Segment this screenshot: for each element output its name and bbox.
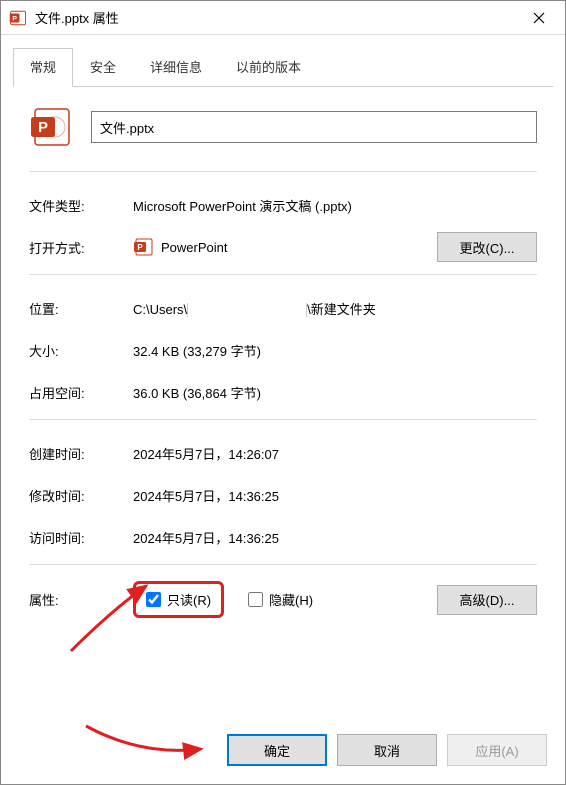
close-button[interactable] <box>517 3 561 33</box>
tab-details[interactable]: 详细信息 <box>133 48 219 87</box>
svg-text:P: P <box>12 15 17 22</box>
row-size-on-disk: 占用空间: 36.0 KB (36,864 字节) <box>29 375 537 409</box>
redacted-path <box>187 303 307 317</box>
tab-previous-versions[interactable]: 以前的版本 <box>219 48 318 87</box>
value-file-type: Microsoft PowerPoint 演示文稿 (.pptx) <box>133 196 537 215</box>
row-accessed: 访问时间: 2024年5月7日，14:36:25 <box>29 520 537 554</box>
label-size: 大小: <box>29 341 133 360</box>
properties-dialog: P 文件.pptx 属性 常规 安全 详细信息 以前的版本 P <box>0 0 566 785</box>
file-header: P <box>29 105 537 149</box>
tab-strip: 常规 安全 详细信息 以前的版本 <box>13 47 553 87</box>
filename-input[interactable] <box>91 111 537 143</box>
pptx-icon: P <box>9 9 27 27</box>
advanced-button[interactable]: 高级(D)... <box>437 585 537 615</box>
label-attributes: 属性: <box>29 590 133 609</box>
value-opens-with: P PowerPoint <box>133 237 407 257</box>
window-title: 文件.pptx 属性 <box>35 8 517 27</box>
readonly-label: 只读(R) <box>167 590 211 609</box>
readonly-checkbox-wrap[interactable]: 只读(R) <box>146 590 211 609</box>
value-size-on-disk: 36.0 KB (36,864 字节) <box>133 383 537 402</box>
row-opens-with: 打开方式: P PowerPoint 更改(C)... <box>29 230 537 264</box>
value-size: 32.4 KB (33,279 字节) <box>133 341 537 360</box>
row-created: 创建时间: 2024年5月7日，14:26:07 <box>29 436 537 470</box>
opens-with-app-name: PowerPoint <box>161 240 227 255</box>
readonly-checkbox[interactable] <box>146 592 161 607</box>
hidden-label: 隐藏(H) <box>269 590 313 609</box>
label-modified: 修改时间: <box>29 486 133 505</box>
svg-text:P: P <box>137 243 143 252</box>
value-created: 2024年5月7日，14:26:07 <box>133 444 537 463</box>
change-button[interactable]: 更改(C)... <box>437 232 537 262</box>
pptx-large-icon: P <box>29 105 73 149</box>
value-location: C:\Users\\新建文件夹 <box>133 299 537 318</box>
tab-general[interactable]: 常规 <box>13 48 73 87</box>
row-modified: 修改时间: 2024年5月7日，14:36:25 <box>29 478 537 512</box>
hidden-checkbox-wrap[interactable]: 隐藏(H) <box>248 590 313 609</box>
row-attributes: 属性: 只读(R) 隐藏(H) 高级(D)... <box>29 581 537 618</box>
general-tab-content: P 文件类型: Microsoft PowerPoint 演示文稿 (.pptx… <box>1 87 565 720</box>
dialog-footer: 确定 取消 应用(A) <box>1 720 565 784</box>
value-modified: 2024年5月7日，14:36:25 <box>133 486 537 505</box>
ok-button[interactable]: 确定 <box>227 734 327 766</box>
titlebar: P 文件.pptx 属性 <box>1 1 565 35</box>
powerpoint-app-icon: P <box>133 237 153 257</box>
svg-text:P: P <box>38 119 48 136</box>
label-size-on-disk: 占用空间: <box>29 383 133 402</box>
label-accessed: 访问时间: <box>29 528 133 547</box>
hidden-checkbox[interactable] <box>248 592 263 607</box>
label-opens-with: 打开方式: <box>29 238 133 257</box>
separator <box>29 564 537 565</box>
attribute-checkboxes: 只读(R) 隐藏(H) <box>133 581 437 618</box>
separator <box>29 171 537 172</box>
value-accessed: 2024年5月7日，14:36:25 <box>133 528 537 547</box>
label-created: 创建时间: <box>29 444 133 463</box>
label-location: 位置: <box>29 299 133 318</box>
separator <box>29 419 537 420</box>
row-size: 大小: 32.4 KB (33,279 字节) <box>29 333 537 367</box>
tab-security[interactable]: 安全 <box>73 48 133 87</box>
apply-button[interactable]: 应用(A) <box>447 734 547 766</box>
row-file-type: 文件类型: Microsoft PowerPoint 演示文稿 (.pptx) <box>29 188 537 222</box>
row-location: 位置: C:\Users\\新建文件夹 <box>29 291 537 325</box>
readonly-highlight: 只读(R) <box>133 581 224 618</box>
separator <box>29 274 537 275</box>
cancel-button[interactable]: 取消 <box>337 734 437 766</box>
label-file-type: 文件类型: <box>29 196 133 215</box>
